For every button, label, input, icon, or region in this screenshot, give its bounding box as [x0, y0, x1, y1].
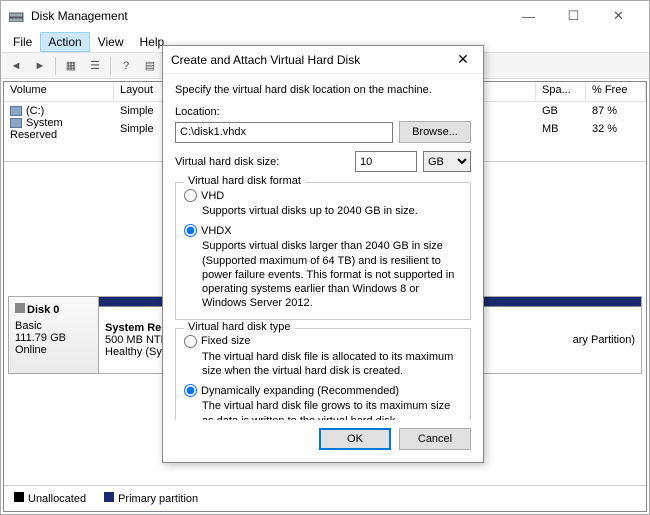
titlebar[interactable]: Disk Management — ☐ ✕ — [1, 1, 649, 31]
properties-icon[interactable]: ☰ — [84, 56, 106, 76]
menu-view[interactable]: View — [90, 32, 132, 52]
location-label: Location: — [175, 106, 471, 118]
type-title: Virtual hard disk type — [184, 321, 295, 333]
dynamic-label: Dynamically expanding (Recommended) — [201, 385, 399, 397]
create-vhd-dialog: Create and Attach Virtual Hard Disk ✕ Sp… — [162, 45, 484, 463]
help-icon[interactable]: ? — [115, 56, 137, 76]
dialog-titlebar[interactable]: Create and Attach Virtual Hard Disk ✕ — [163, 46, 483, 74]
vhdx-label: VHDX — [201, 225, 232, 237]
dialog-close-icon[interactable]: ✕ — [451, 51, 475, 68]
disk-management-window: Disk Management — ☐ ✕ File Action View H… — [0, 0, 650, 515]
radio-vhd[interactable]: VHD — [184, 189, 462, 202]
maximize-button[interactable]: ☐ — [551, 2, 596, 30]
col-free[interactable]: % Free — [586, 82, 646, 101]
volume-free: 32 % — [586, 122, 646, 136]
close-button[interactable]: ✕ — [596, 2, 641, 30]
vhdx-radio[interactable] — [184, 224, 197, 237]
fixed-label: Fixed size — [201, 335, 251, 347]
vhdx-desc: Supports virtual disks larger than 2040 … — [202, 239, 462, 310]
dynamic-desc: The virtual hard disk file grows to its … — [202, 399, 462, 420]
radio-fixed[interactable]: Fixed size — [184, 335, 462, 348]
unit-select[interactable]: GB — [423, 151, 471, 172]
volume-space: GB — [536, 104, 586, 118]
dialog-intro: Specify the virtual hard disk location o… — [175, 84, 471, 96]
radio-dynamic[interactable]: Dynamically expanding (Recommended) — [184, 384, 462, 397]
dialog-body: Specify the virtual hard disk location o… — [163, 74, 483, 420]
format-group: Virtual hard disk format VHD Supports vi… — [175, 182, 471, 320]
cancel-button[interactable]: Cancel — [399, 428, 471, 450]
minimize-button[interactable]: — — [506, 2, 551, 30]
format-title: Virtual hard disk format — [184, 175, 305, 187]
vhd-radio[interactable] — [184, 189, 197, 202]
type-group: Virtual hard disk type Fixed size The vi… — [175, 328, 471, 420]
refresh-icon[interactable]: ▦ — [60, 56, 82, 76]
col-space[interactable]: Spa... — [536, 82, 586, 101]
vhd-desc: Supports virtual disks up to 2040 GB in … — [202, 204, 462, 218]
disk-type: Basic — [15, 320, 92, 332]
view-icon[interactable]: ▤ — [139, 56, 161, 76]
menu-action[interactable]: Action — [40, 32, 89, 52]
browse-button[interactable]: Browse... — [399, 121, 471, 143]
size-label: Virtual hard disk size: — [175, 156, 349, 168]
swatch-primary — [104, 492, 114, 502]
dialog-title: Create and Attach Virtual Hard Disk — [171, 53, 360, 67]
ok-button[interactable]: OK — [319, 428, 391, 450]
drive-icon — [10, 106, 22, 116]
fixed-desc: The virtual hard disk file is allocated … — [202, 350, 462, 379]
menu-file[interactable]: File — [5, 32, 40, 52]
radio-vhdx[interactable]: VHDX — [184, 224, 462, 237]
vhd-label: VHD — [201, 190, 224, 202]
separator — [55, 57, 56, 75]
col-volume[interactable]: Volume — [4, 82, 114, 101]
legend-primary: Primary partition — [118, 493, 198, 505]
volume-space: MB — [536, 122, 586, 136]
disk-status: Online — [15, 344, 92, 356]
size-input[interactable] — [355, 151, 417, 172]
disk-info: Disk 0 Basic 111.79 GB Online — [9, 297, 99, 373]
disk-title: Disk 0 — [15, 303, 92, 316]
fixed-radio[interactable] — [184, 335, 197, 348]
drive-icon — [10, 118, 22, 128]
forward-icon[interactable]: ► — [29, 56, 51, 76]
window-title: Disk Management — [31, 9, 506, 23]
legend: Unallocated Primary partition — [4, 485, 646, 511]
disk-size: 111.79 GB — [15, 332, 92, 344]
app-icon — [9, 10, 25, 22]
dialog-buttons: OK Cancel — [163, 420, 483, 462]
separator — [110, 57, 111, 75]
swatch-unallocated — [14, 492, 24, 502]
dynamic-radio[interactable] — [184, 384, 197, 397]
legend-unallocated: Unallocated — [28, 493, 86, 505]
location-input[interactable] — [175, 122, 393, 143]
volume-free: 87 % — [586, 104, 646, 118]
back-icon[interactable]: ◄ — [5, 56, 27, 76]
